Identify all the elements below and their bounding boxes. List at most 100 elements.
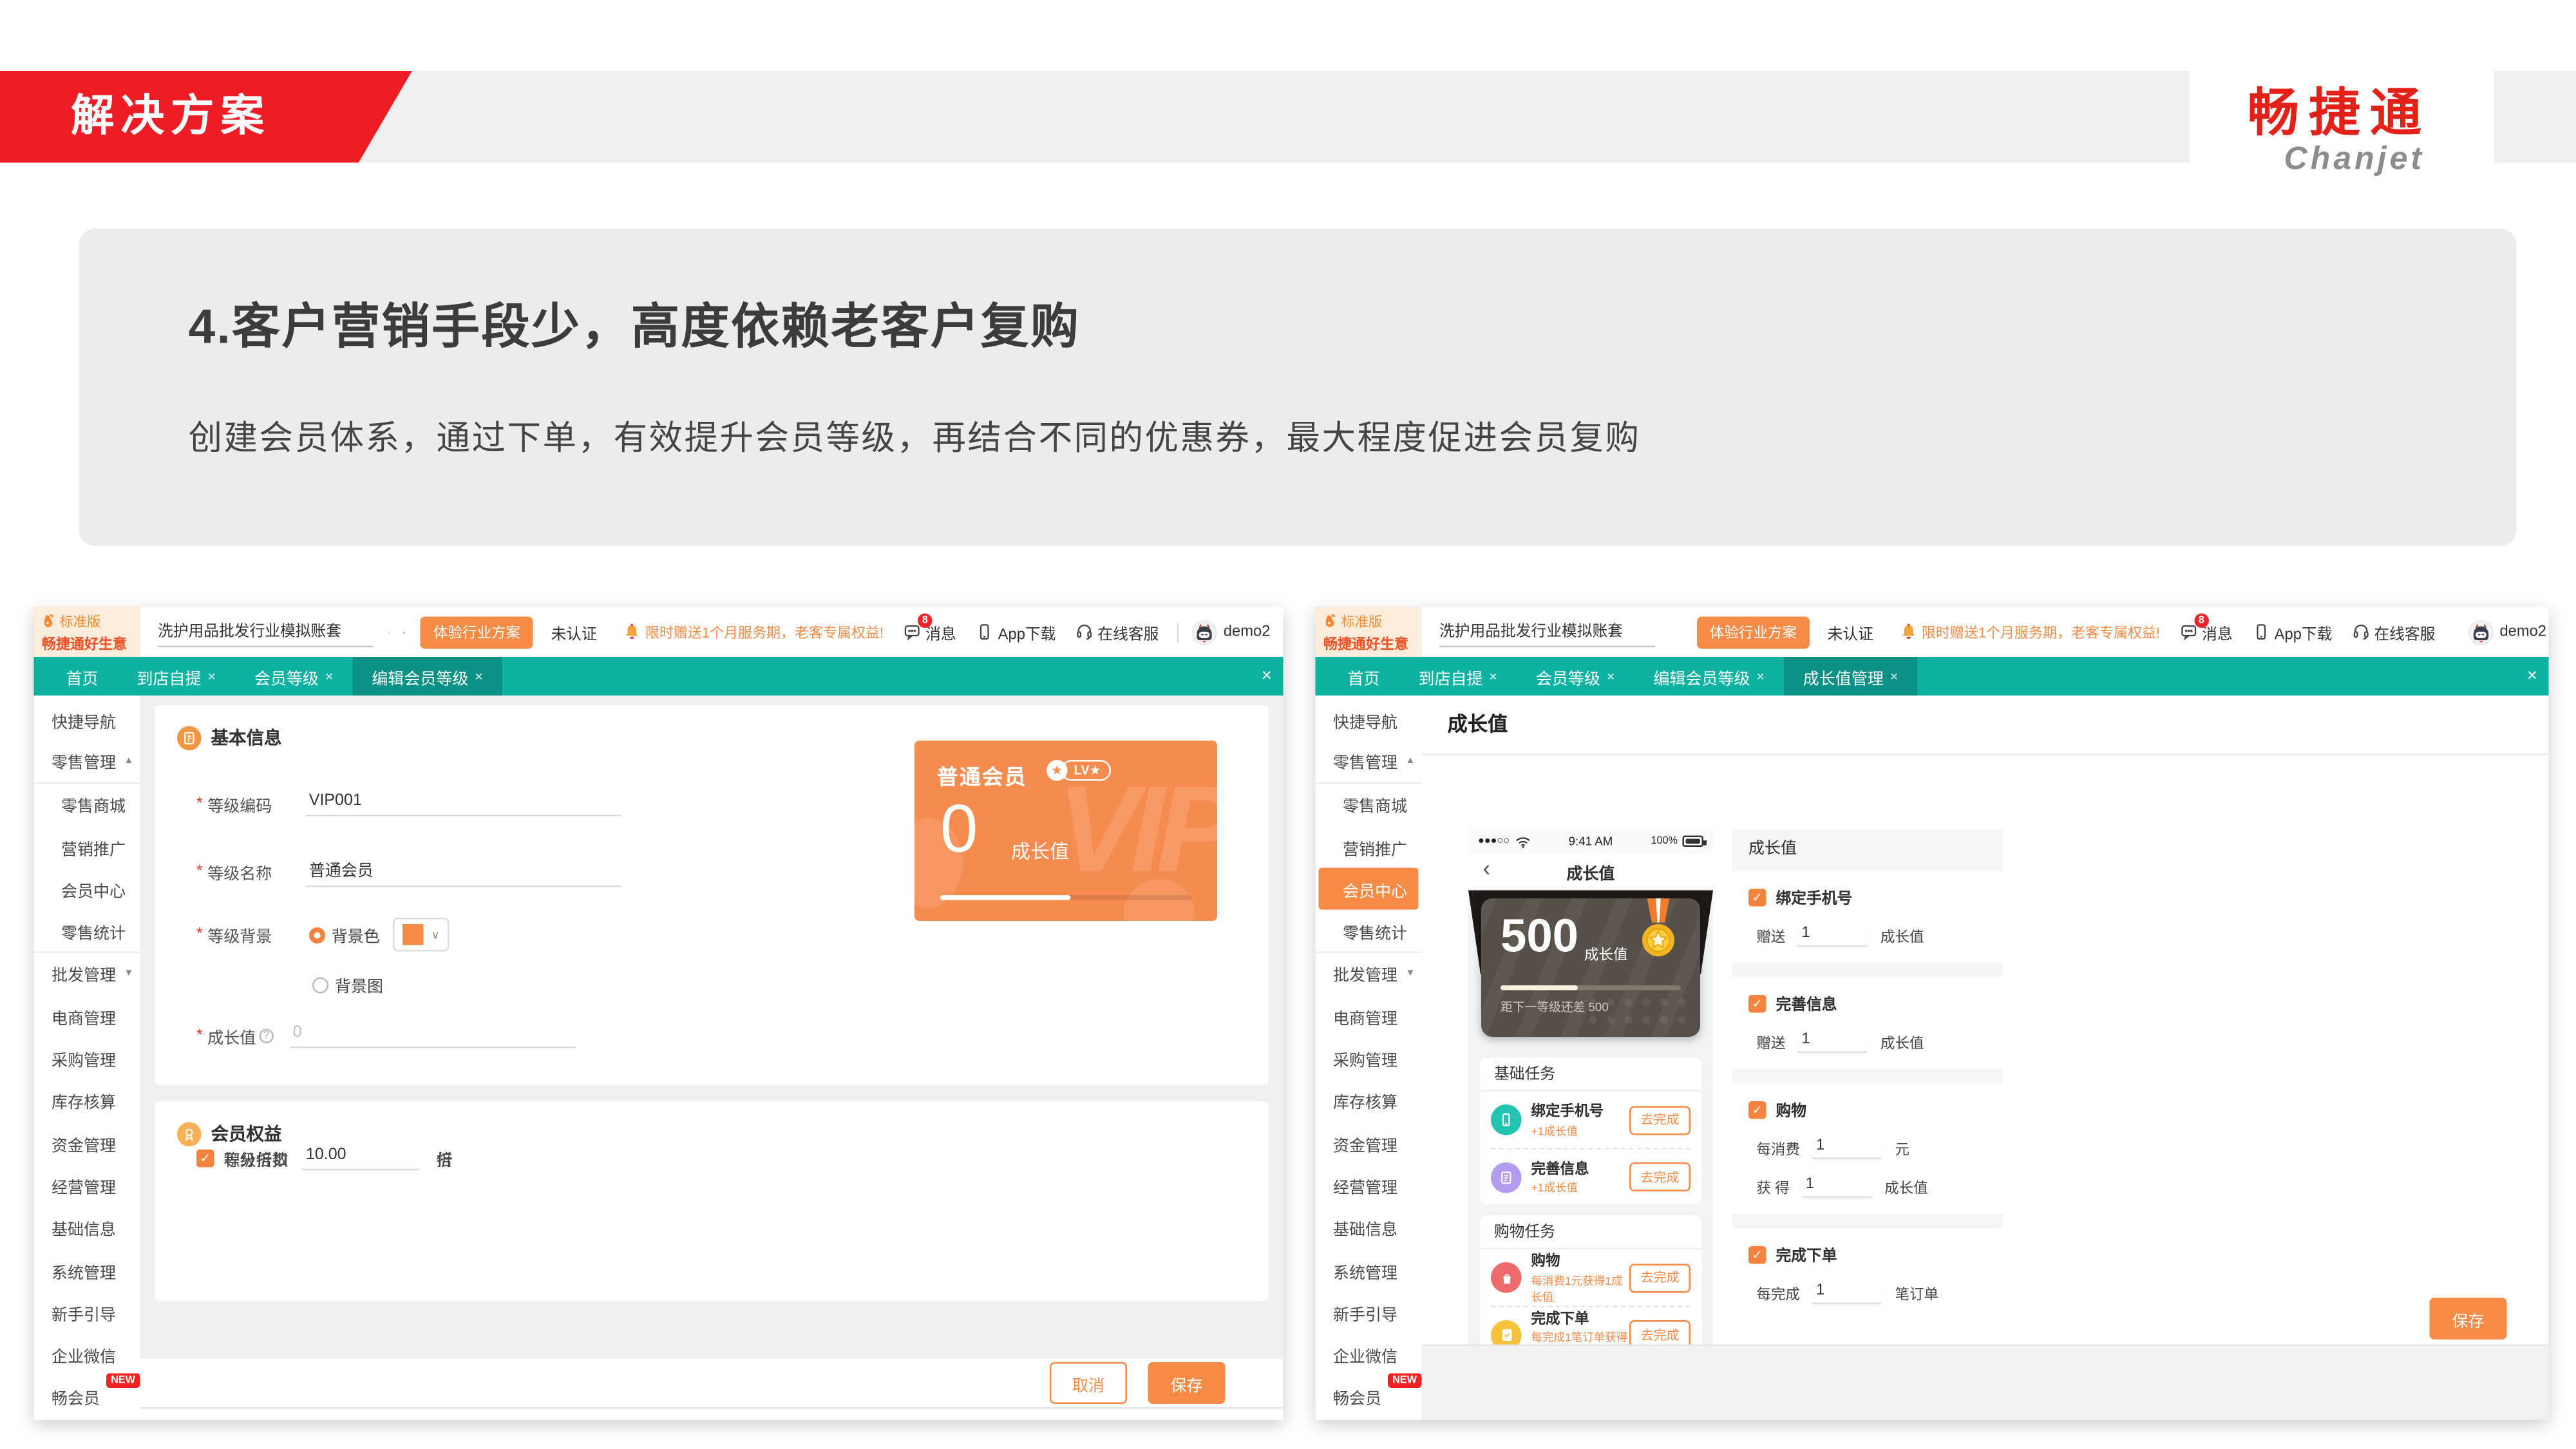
sidebar-item[interactable]: 零售商城: [34, 783, 140, 826]
user-menu[interactable]: demo2: [2467, 619, 2548, 645]
sidebar-item[interactable]: 会员中心: [34, 868, 140, 911]
sidebar-item[interactable]: 会员中心: [1319, 868, 1419, 911]
app-download-button[interactable]: App下载: [976, 621, 1056, 643]
sidebar-item[interactable]: 零售统计: [1316, 911, 1422, 953]
level-name-input[interactable]: 普通会员: [306, 857, 621, 887]
checkbox-checked[interactable]: ✓: [196, 1150, 214, 1168]
sidebar-item[interactable]: 资金管理: [34, 1122, 140, 1164]
color-picker-dropdown[interactable]: ∨: [393, 918, 450, 952]
go-complete-button[interactable]: 去完成: [1629, 1105, 1690, 1134]
tab[interactable]: 会员等级 ×: [235, 657, 352, 696]
radio-bg-image[interactable]: [312, 976, 328, 992]
sidebar-item[interactable]: 库存核算: [34, 1080, 140, 1122]
tab-close-icon[interactable]: ×: [1890, 668, 1898, 685]
help-icon[interactable]: ?: [259, 1029, 274, 1044]
messages-button[interactable]: 8 消息: [2179, 621, 2233, 643]
trial-plan-button[interactable]: 体验行业方案: [421, 616, 533, 648]
tabbar-close-icon[interactable]: ×: [2527, 657, 2537, 696]
sidebar-item[interactable]: 营销推广: [34, 826, 140, 868]
cancel-button[interactable]: 取消: [1050, 1362, 1127, 1404]
value-input[interactable]: 1: [1812, 1282, 1882, 1304]
tab[interactable]: 编辑会员等级 ×: [352, 657, 502, 696]
promo-banner[interactable]: 限时赠送1个月服务期，老客专属权益!: [1899, 621, 2160, 643]
sidebar-item[interactable]: 畅会员 NEW: [1316, 1376, 1422, 1419]
sidebar-item[interactable]: 采购管理: [1316, 1037, 1422, 1080]
checkbox-checked[interactable]: ✓: [1748, 994, 1766, 1012]
tab-close-icon[interactable]: ×: [208, 668, 216, 685]
tab-close-icon[interactable]: ×: [1490, 668, 1497, 685]
tab[interactable]: 首页: [47, 657, 118, 696]
go-complete-button[interactable]: 去完成: [1629, 1263, 1690, 1292]
sidebar-item[interactable]: 零售管理 ▲: [1316, 741, 1422, 784]
tab[interactable]: 会员等级 ×: [1517, 657, 1634, 696]
sidebar-item[interactable]: 电商管理: [34, 995, 140, 1037]
checkbox-checked[interactable]: ✓: [1748, 1245, 1766, 1264]
app-logo[interactable]: 标准版 畅捷通好生意: [34, 607, 140, 658]
sidebar-item[interactable]: 新手引导: [34, 1291, 140, 1334]
chevron-down-icon[interactable]: [388, 627, 390, 637]
sidebar-item[interactable]: 批发管理 ▼: [1316, 952, 1422, 995]
gear-icon[interactable]: [403, 622, 406, 641]
tab-close-icon[interactable]: ×: [1756, 668, 1764, 685]
app-download-button[interactable]: App下载: [2252, 621, 2333, 643]
sidebar-item[interactable]: 畅会员 NEW: [34, 1376, 140, 1419]
online-service-button[interactable]: 在线客服: [1075, 621, 1159, 643]
sidebar-item[interactable]: 经营管理: [34, 1164, 140, 1207]
avatar: [2467, 619, 2493, 645]
value-input[interactable]: 1: [1797, 1030, 1868, 1053]
go-complete-button[interactable]: 去完成: [1629, 1162, 1690, 1191]
sidebar-item[interactable]: 基础信息: [1316, 1207, 1422, 1249]
tab[interactable]: 到店自提 ×: [1399, 657, 1517, 696]
sidebar-item[interactable]: 企业微信: [1316, 1334, 1422, 1376]
tab[interactable]: 编辑会员等级 ×: [1634, 657, 1783, 696]
sidebar-item[interactable]: 经营管理: [1316, 1164, 1422, 1207]
growth-value-input[interactable]: 0: [290, 1024, 576, 1048]
radio-bg-color-selected[interactable]: [309, 927, 325, 943]
sidebar-item[interactable]: 快捷导航: [1316, 699, 1422, 741]
sidebar-item[interactable]: 新手引导: [1316, 1291, 1422, 1334]
go-complete-button[interactable]: 去完成: [1629, 1320, 1690, 1345]
sidebar-item[interactable]: 系统管理: [1316, 1249, 1422, 1292]
messages-button[interactable]: 8 消息: [903, 621, 956, 643]
back-chevron-icon[interactable]: ‹: [1483, 855, 1491, 881]
tab-close-icon[interactable]: ×: [475, 668, 482, 685]
sidebar-item[interactable]: 批发管理 ▼: [34, 952, 140, 995]
benefit-value-input[interactable]: 1: [301, 1146, 421, 1171]
app-logo[interactable]: 标准版 畅捷通好生意: [1316, 607, 1422, 658]
value-input[interactable]: 1: [1812, 1137, 1882, 1159]
sidebar-item[interactable]: 零售商城: [1316, 783, 1422, 826]
not-certified-label[interactable]: 未认证: [1828, 621, 1873, 643]
sidebar-item[interactable]: 快捷导航: [34, 699, 140, 741]
sidebar-item[interactable]: 采购管理: [34, 1037, 140, 1080]
sidebar-item[interactable]: 企业微信: [34, 1334, 140, 1376]
sidebar-item[interactable]: 营销推广: [1316, 826, 1422, 868]
tab-close-icon[interactable]: ×: [325, 668, 333, 685]
account-select[interactable]: 洗护用品批发行业模拟账套: [1439, 618, 1655, 647]
level-code-input[interactable]: VIP001: [306, 792, 621, 817]
value-input[interactable]: 1: [1801, 1175, 1871, 1198]
checkbox-checked[interactable]: ✓: [1748, 888, 1766, 906]
sidebar-item[interactable]: 资金管理: [1316, 1122, 1422, 1164]
tab[interactable]: 到店自提 ×: [118, 657, 235, 696]
tab[interactable]: 首页: [1329, 657, 1399, 696]
sidebar-item[interactable]: 零售管理 ▲: [34, 741, 140, 784]
save-button[interactable]: 保存: [2430, 1298, 2507, 1340]
sidebar-item[interactable]: 基础信息: [34, 1207, 140, 1249]
card-header: 购物任务: [1480, 1216, 1702, 1250]
promo-banner[interactable]: 限时赠送1个月服务期，老客专属权益!: [623, 621, 884, 643]
trial-plan-button[interactable]: 体验行业方案: [1697, 616, 1810, 648]
checkbox-checked[interactable]: ✓: [1748, 1101, 1766, 1119]
sidebar-item[interactable]: 零售统计: [34, 911, 140, 953]
tab[interactable]: 成长值管理 ×: [1784, 657, 1917, 696]
tabbar-close-icon[interactable]: ×: [1262, 657, 1272, 696]
online-service-button[interactable]: 在线客服: [2351, 621, 2435, 643]
not-certified-label[interactable]: 未认证: [551, 621, 597, 643]
tab-close-icon[interactable]: ×: [1607, 668, 1615, 685]
value-input[interactable]: 1: [1797, 924, 1868, 947]
sidebar-item[interactable]: 库存核算: [1316, 1080, 1422, 1122]
account-select[interactable]: 洗护用品批发行业模拟账套: [158, 618, 374, 647]
save-button[interactable]: 保存: [1148, 1362, 1226, 1404]
sidebar-item[interactable]: 电商管理: [1316, 995, 1422, 1037]
sidebar-item[interactable]: 系统管理: [34, 1249, 140, 1292]
user-menu[interactable]: demo2: [1191, 619, 1283, 645]
